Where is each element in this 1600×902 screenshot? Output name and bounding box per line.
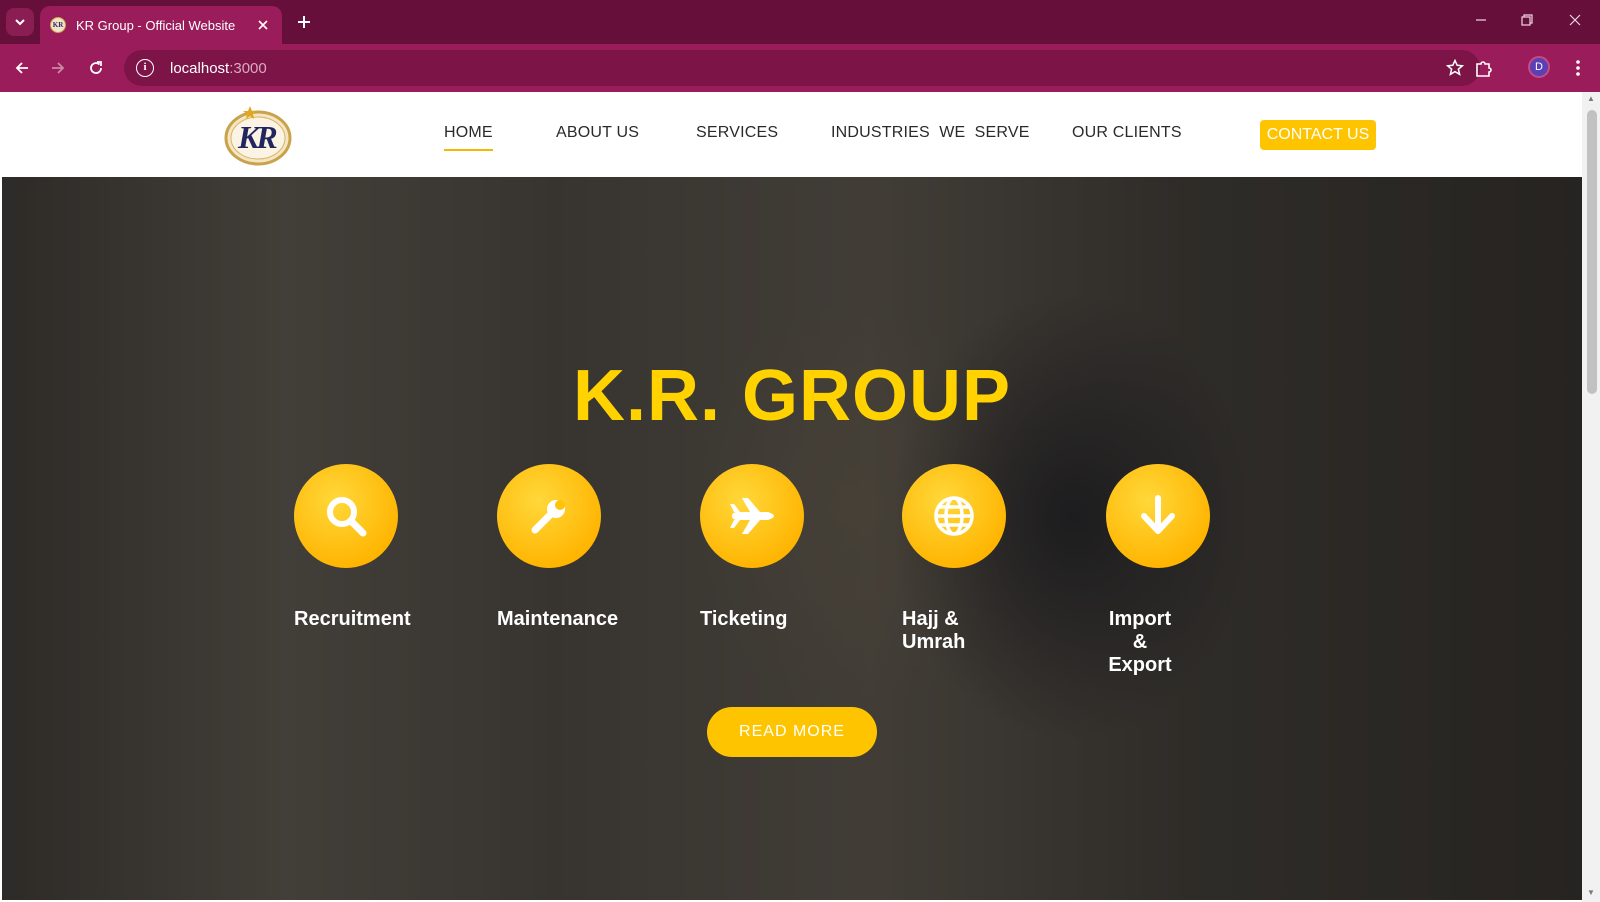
address-bar[interactable]: i localhost:3000 xyxy=(124,50,1480,86)
scroll-down-icon[interactable]: ▼ xyxy=(1586,888,1596,897)
service-label: Maintenance xyxy=(497,608,619,630)
reload-button[interactable] xyxy=(82,54,110,82)
plus-icon xyxy=(298,16,310,28)
restore-button[interactable] xyxy=(1512,8,1542,36)
service-ticketing[interactable]: Ticketing xyxy=(700,464,840,631)
forward-button[interactable] xyxy=(44,54,72,82)
profile-avatar[interactable]: D xyxy=(1528,56,1550,78)
nav-our-clients[interactable]: OUR CLIENTS xyxy=(1072,124,1182,142)
browser-tab[interactable]: KR KR Group - Official Website xyxy=(40,6,282,44)
arrow-down-icon xyxy=(1141,495,1175,534)
url-host: localhost xyxy=(170,59,230,77)
nav-industries-we-serve[interactable]: INDUSTRIES WE SERVE xyxy=(831,124,1030,142)
scroll-up-icon[interactable]: ▲ xyxy=(1586,94,1596,103)
arrow-right-icon xyxy=(52,62,65,74)
tab-title: KR Group - Official Website xyxy=(76,17,236,33)
hero-title: K.R. GROUP xyxy=(572,356,1012,436)
service-circle[interactable] xyxy=(294,464,398,568)
site-header: KR HOME ABOUT US SERVICES INDUSTRIES WE … xyxy=(2,92,1582,177)
wrench-icon xyxy=(531,500,565,534)
service-circle[interactable] xyxy=(1106,464,1210,568)
close-icon xyxy=(258,20,268,30)
url-port: :3000 xyxy=(229,59,267,77)
service-import-export[interactable]: Import & Export xyxy=(1106,464,1246,677)
service-label: Recruitment xyxy=(294,608,411,630)
close-window-button[interactable] xyxy=(1560,8,1590,36)
minimize-icon xyxy=(1476,19,1486,21)
service-label: Import & Export xyxy=(1108,608,1172,676)
close-tab-button[interactable] xyxy=(254,16,272,34)
globe-icon xyxy=(934,496,974,536)
arrow-left-icon xyxy=(15,62,28,74)
puzzle-icon xyxy=(1476,61,1492,77)
site-info-icon[interactable]: i xyxy=(136,59,154,77)
service-circle[interactable] xyxy=(700,464,804,568)
service-label: Ticketing xyxy=(700,608,788,630)
extensions-button[interactable] xyxy=(1470,54,1498,82)
read-more-button[interactable]: READ MORE xyxy=(707,707,877,757)
browser-menu-button[interactable] xyxy=(1566,54,1590,82)
site-favicon-icon: KR xyxy=(50,17,66,33)
kr-logo[interactable]: KR xyxy=(224,102,292,166)
service-maintenance[interactable]: Maintenance xyxy=(497,464,637,631)
nav-home[interactable]: HOME xyxy=(444,124,493,151)
browser-toolbar: i localhost:3000 D xyxy=(0,44,1600,92)
more-vertical-icon xyxy=(1576,60,1580,76)
new-tab-button[interactable] xyxy=(292,10,316,34)
airplane-icon xyxy=(730,498,774,534)
contact-us-button[interactable]: CONTACT US xyxy=(1260,120,1376,150)
page-scrollbar[interactable]: ▲ ▼ xyxy=(1582,92,1600,902)
page-viewport: KR HOME ABOUT US SERVICES INDUSTRIES WE … xyxy=(2,92,1582,900)
chevron-down-icon xyxy=(15,19,25,26)
service-circle[interactable] xyxy=(902,464,1006,568)
service-hajj-umrah[interactable]: Hajj & Umrah xyxy=(902,464,1042,654)
logo-letters: KR xyxy=(238,119,278,155)
hero-section: K.R. GROUP Recruitment Maintenance Ticke… xyxy=(2,177,1582,900)
service-circle[interactable] xyxy=(497,464,601,568)
close-icon xyxy=(1569,14,1581,26)
back-button[interactable] xyxy=(8,54,36,82)
scroll-thumb[interactable] xyxy=(1587,110,1597,394)
tab-search-button[interactable] xyxy=(6,8,34,36)
bookmark-star-icon[interactable] xyxy=(1445,56,1465,82)
nav-about-us[interactable]: ABOUT US xyxy=(556,124,639,142)
service-label: Hajj & Umrah xyxy=(902,608,966,653)
browser-tab-bar: KR KR Group - Official Website xyxy=(0,0,1600,44)
nav-services[interactable]: SERVICES xyxy=(696,124,778,142)
restore-icon xyxy=(1521,14,1533,26)
search-icon xyxy=(327,497,367,537)
url-text: localhost:3000 xyxy=(170,60,267,77)
minimize-button[interactable] xyxy=(1466,8,1496,36)
reload-icon xyxy=(90,61,102,74)
service-recruitment[interactable]: Recruitment xyxy=(294,464,434,631)
